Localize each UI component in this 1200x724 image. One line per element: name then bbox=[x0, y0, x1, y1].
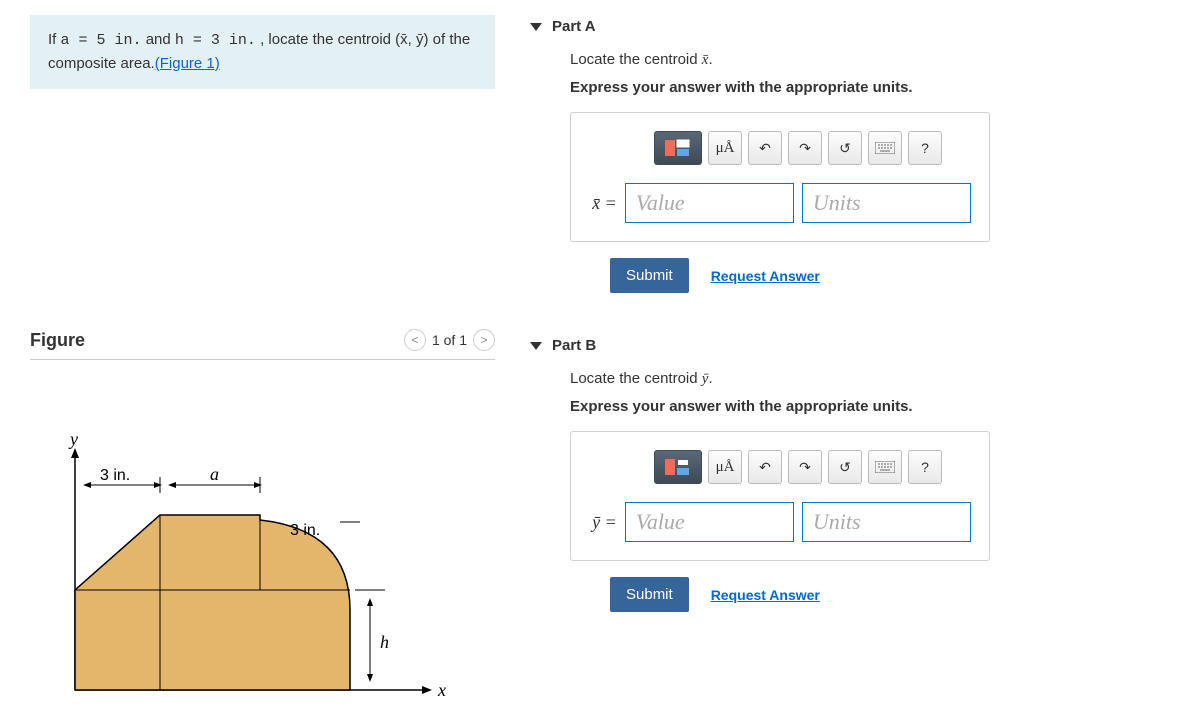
x-bar-equals: x̄ = bbox=[585, 193, 617, 214]
figure-next-button[interactable]: > bbox=[473, 329, 495, 351]
collapse-icon[interactable] bbox=[530, 342, 542, 350]
submit-button[interactable]: Submit bbox=[610, 577, 689, 612]
y-bar-equals: ȳ = bbox=[585, 512, 617, 533]
text: and bbox=[142, 31, 175, 48]
part-a-instruction1: Locate the centroid x̄. bbox=[570, 51, 1170, 69]
part-a-title: Part A bbox=[552, 18, 596, 35]
dim-h: h bbox=[380, 632, 389, 652]
figure-page-count: 1 of 1 bbox=[432, 332, 467, 348]
part-a-instruction2: Express your answer with the appropriate… bbox=[570, 79, 1170, 96]
help-button[interactable]: ? bbox=[908, 450, 942, 484]
dim-3in-left: 3 in. bbox=[100, 467, 130, 484]
problem-statement: If a = 5 in. and h = 3 in. , locate the … bbox=[30, 15, 495, 89]
y-axis-label: y bbox=[68, 429, 78, 449]
units-selector-button[interactable]: μÅ bbox=[708, 131, 742, 165]
keyboard-button[interactable] bbox=[868, 450, 902, 484]
templates-button[interactable] bbox=[654, 131, 702, 165]
answer-box-b: μÅ ↶ ↷ ↺ ? ȳ = Value Units bbox=[570, 431, 990, 561]
value-input[interactable]: Value bbox=[625, 502, 794, 542]
dim-3in-top: 3 in. bbox=[290, 522, 320, 539]
reset-button[interactable]: ↺ bbox=[828, 131, 862, 165]
redo-button[interactable]: ↷ bbox=[788, 450, 822, 484]
request-answer-link[interactable]: Request Answer bbox=[711, 268, 820, 284]
x-axis-label: x bbox=[437, 680, 446, 700]
request-answer-link[interactable]: Request Answer bbox=[711, 587, 820, 603]
figure-prev-button[interactable]: < bbox=[404, 329, 426, 351]
undo-button[interactable]: ↶ bbox=[748, 131, 782, 165]
collapse-icon[interactable] bbox=[530, 23, 542, 31]
reset-button[interactable]: ↺ bbox=[828, 450, 862, 484]
part-b-instruction1: Locate the centroid ȳ. bbox=[570, 370, 1170, 388]
undo-button[interactable]: ↶ bbox=[748, 450, 782, 484]
units-selector-button[interactable]: μÅ bbox=[708, 450, 742, 484]
help-button[interactable]: ? bbox=[908, 131, 942, 165]
units-input[interactable]: Units bbox=[802, 183, 971, 223]
dim-a: a bbox=[210, 464, 219, 484]
text: If bbox=[48, 31, 61, 48]
redo-button[interactable]: ↷ bbox=[788, 131, 822, 165]
figure-title: Figure bbox=[30, 330, 85, 351]
submit-button[interactable]: Submit bbox=[610, 258, 689, 293]
part-b-instruction2: Express your answer with the appropriate… bbox=[570, 398, 1170, 415]
templates-button[interactable] bbox=[654, 450, 702, 484]
units-input[interactable]: Units bbox=[802, 502, 971, 542]
answer-box-a: μÅ ↶ ↷ ↺ ? x̄ = Value Units bbox=[570, 112, 990, 242]
value-input[interactable]: Value bbox=[625, 183, 794, 223]
a-equation: a = 5 in. bbox=[61, 32, 142, 49]
figure-diagram: y x 3 in. bbox=[30, 420, 495, 724]
part-b-title: Part B bbox=[552, 337, 596, 354]
figure-link[interactable]: (Figure 1) bbox=[155, 55, 220, 72]
h-equation: h = 3 in. bbox=[175, 32, 256, 49]
keyboard-button[interactable] bbox=[868, 131, 902, 165]
